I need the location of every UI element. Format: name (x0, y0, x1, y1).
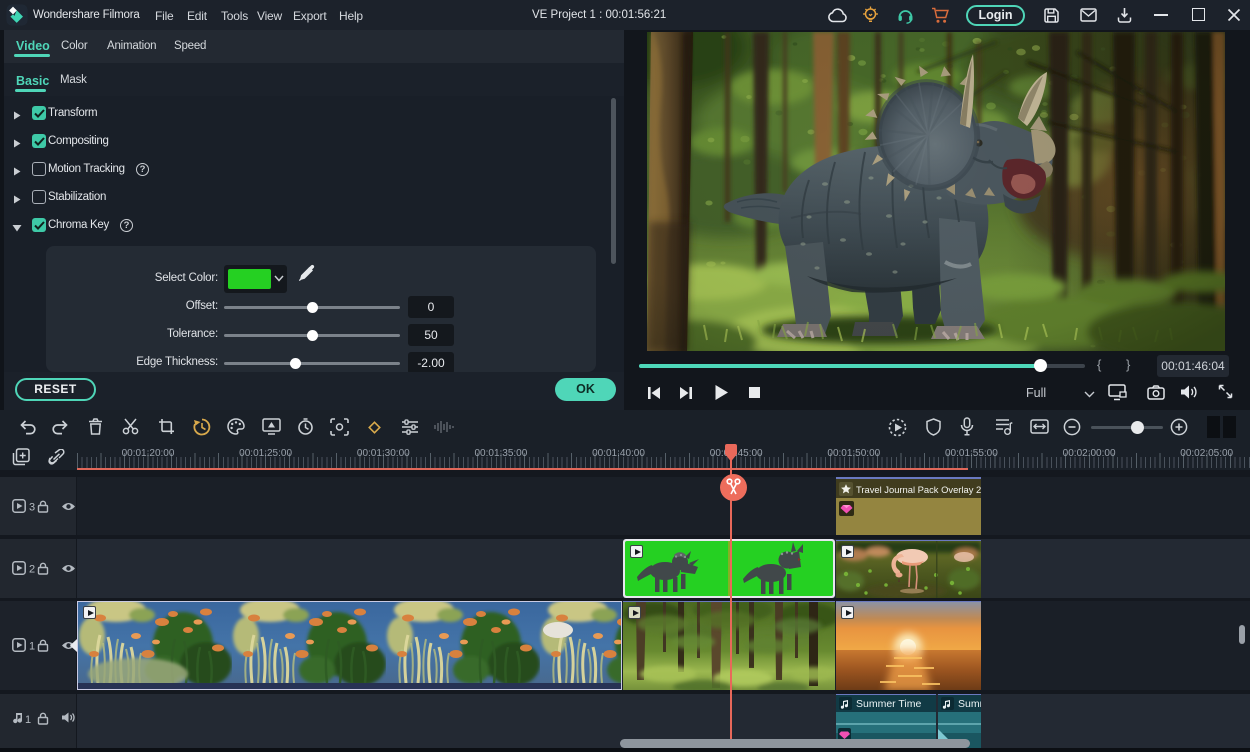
svg-text:3: 3 (29, 502, 35, 514)
svg-text:2: 2 (29, 564, 35, 576)
svg-text:1: 1 (25, 714, 31, 725)
svg-text:1: 1 (29, 641, 35, 653)
